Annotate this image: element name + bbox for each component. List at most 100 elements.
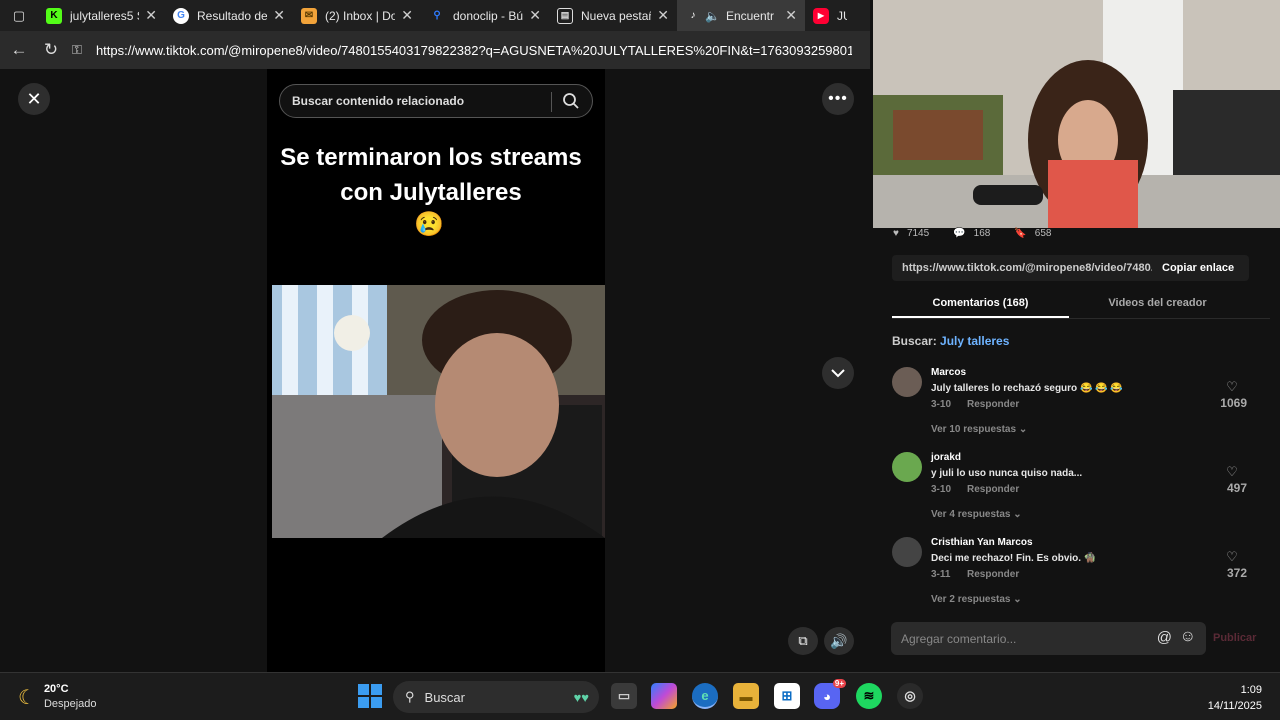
google-icon: G xyxy=(173,7,189,24)
comment-item: Marcos July talleres lo rechazó seguro 😂… xyxy=(892,367,1257,439)
volume-button[interactable]: 🔊 xyxy=(824,627,854,655)
mention-icon[interactable]: @ xyxy=(1157,629,1172,646)
view-replies-button[interactable]: Ver 10 respuestas ⌄ xyxy=(931,424,1027,435)
comment-author[interactable]: Cristhian Yan Marcos xyxy=(931,537,1033,548)
file-explorer-icon[interactable]: ▬ xyxy=(733,683,759,709)
newtab-icon: ▤ xyxy=(557,7,573,24)
next-video-button[interactable] xyxy=(822,357,854,389)
video-stats-row: ♥ 7145 💬 168 🔖 658 xyxy=(893,227,1052,239)
hearts-doodle-icon: ♥♥ xyxy=(573,689,589,705)
edge-icon[interactable]: e xyxy=(692,683,718,709)
store-icon[interactable]: ⊞ xyxy=(774,683,800,709)
view-replies-button[interactable]: Ver 2 respuestas ⌄ xyxy=(931,594,1022,605)
chevron-down-icon: ⌄ xyxy=(1013,509,1022,520)
close-tab-icon[interactable]: ✕ xyxy=(273,7,285,24)
comment-text: July talleres lo rechazó seguro 😂 😂 😂 xyxy=(931,383,1123,394)
start-button[interactable] xyxy=(358,684,382,708)
video-frame-image xyxy=(272,285,605,538)
caption-emoji: 😢 xyxy=(414,211,444,238)
discord-icon[interactable]: ◕ 9+ xyxy=(814,679,846,709)
chevron-down-icon xyxy=(831,369,845,378)
heart-outline-icon[interactable]: ♡ xyxy=(1222,549,1242,565)
pip-icon: ⧉ xyxy=(798,633,808,648)
comment-input[interactable]: Agregar comentario... @ ☺ xyxy=(891,622,1206,655)
comment-likes: 1069 xyxy=(1220,396,1247,410)
comment-item: jorakd y juli lo uso nunca quiso nada...… xyxy=(892,452,1257,524)
comment-search-hint: Buscar: July talleres xyxy=(892,334,1010,348)
moon-icon: ☾ xyxy=(18,686,36,709)
comment-date: 3-10 xyxy=(931,399,952,410)
copilot-icon[interactable] xyxy=(651,683,677,709)
close-tab-icon[interactable]: ✕ xyxy=(401,7,413,24)
comment-likes: 497 xyxy=(1226,481,1247,495)
comment-icon[interactable]: 💬 xyxy=(953,228,965,239)
tab-donoclip-search[interactable]: ⚲ donoclip - Bús ✕ xyxy=(421,0,549,31)
more-dots-icon: ••• xyxy=(828,90,848,107)
tab-youtube[interactable]: ▶ JULY xyxy=(805,0,855,31)
view-replies-button[interactable]: Ver 4 respuestas ⌄ xyxy=(931,509,1022,520)
heart-outline-icon[interactable]: ♡ xyxy=(1222,379,1242,395)
tab-tiktok-active[interactable]: ♪ 🔈 Encuentr ✕ xyxy=(677,0,805,31)
search-term-link[interactable]: July talleres xyxy=(940,334,1009,348)
comment-text: y juli lo uso nunca quiso nada... xyxy=(931,468,1083,479)
close-tab-icon[interactable]: ✕ xyxy=(785,7,797,24)
windows-logo-icon xyxy=(371,684,382,695)
close-tab-icon[interactable]: ✕ xyxy=(657,7,669,24)
tab-julytalleres[interactable]: K julytalleres5 St ✕ xyxy=(38,0,165,31)
related-search-input[interactable]: Buscar contenido relacionado xyxy=(279,84,593,118)
reply-button[interactable]: Responder xyxy=(967,399,1019,410)
kick-icon: K xyxy=(46,7,62,24)
comment-author[interactable]: jorakd xyxy=(931,452,961,463)
weather-widget[interactable]: ☾ 20°C Despejado xyxy=(18,682,97,712)
close-tab-icon[interactable]: ✕ xyxy=(145,7,157,24)
close-tab-icon[interactable]: ✕ xyxy=(529,7,541,24)
divider xyxy=(551,92,552,112)
spotify-icon[interactable]: ≋ xyxy=(856,683,882,709)
reply-button[interactable]: Responder xyxy=(967,569,1019,580)
chevron-down-icon: ⌄ xyxy=(1018,424,1028,435)
comment-author[interactable]: Marcos xyxy=(931,367,966,378)
bookmark-icon[interactable]: 🔖 xyxy=(1014,228,1026,239)
avatar[interactable] xyxy=(892,537,922,567)
tab-creator-videos[interactable]: Videos del creador xyxy=(1069,291,1246,318)
tab-new-tab[interactable]: ▤ Nueva pestaña ✕ xyxy=(549,0,677,31)
site-info-icon[interactable]: ⚿ xyxy=(72,42,88,58)
video-caption: Se terminaron los streams con Julytaller… xyxy=(280,144,582,206)
reply-button[interactable]: Responder xyxy=(967,484,1019,495)
mail-icon: ✉ xyxy=(301,7,317,24)
windows-logo-icon xyxy=(358,697,369,708)
taskbar-search[interactable]: ⚲ Buscar ♥♥ xyxy=(393,681,599,713)
tab-google-results[interactable]: G Resultado de i ✕ xyxy=(165,0,293,31)
search-icon[interactable] xyxy=(562,92,580,113)
chevron-down-icon: ⌄ xyxy=(1013,594,1022,605)
copy-link-button[interactable]: Copiar enlace xyxy=(1152,262,1234,274)
windows-logo-icon xyxy=(371,697,382,708)
obs-icon[interactable]: ◎ xyxy=(897,683,923,709)
video-link-text: https://www.tiktok.com/@miropene8/video/… xyxy=(902,262,1152,274)
browser-tab-strip: ▢ K julytalleres5 St ✕ G Resultado de i … xyxy=(0,0,873,31)
refresh-icon[interactable]: ↻ xyxy=(38,37,64,63)
floating-player-button[interactable]: ⧉ xyxy=(788,627,818,655)
publish-button[interactable]: Publicar xyxy=(1213,632,1256,644)
weather-text: 20°C Despejado xyxy=(43,683,97,710)
task-view-icon[interactable]: ▭ xyxy=(611,683,637,709)
avatar[interactable] xyxy=(892,452,922,482)
like-icon[interactable]: ♥ xyxy=(893,228,899,239)
tab-actions-icon[interactable]: ▢ xyxy=(6,3,32,29)
panel-tabs: Comentarios (168) Videos del creador xyxy=(892,291,1270,319)
comment-item: Cristhian Yan Marcos Deci me rechazo! Fi… xyxy=(892,537,1257,609)
back-arrow-icon[interactable]: ← xyxy=(6,37,32,63)
tiktok-icon: ♪ xyxy=(690,10,696,21)
tab-comments[interactable]: Comentarios (168) xyxy=(892,291,1069,318)
url-field[interactable]: ⚿ https://www.tiktok.com/@miropene8/vide… xyxy=(72,36,852,64)
system-clock[interactable]: 1:09 14/11/2025 xyxy=(1198,682,1262,714)
speaker-icon[interactable]: 🔈 xyxy=(705,9,720,23)
avatar[interactable] xyxy=(892,367,922,397)
emoji-icon[interactable]: ☺ xyxy=(1180,628,1196,646)
heart-outline-icon[interactable]: ♡ xyxy=(1222,464,1242,480)
screen: ▢ K julytalleres5 St ✕ G Resultado de i … xyxy=(0,0,1280,720)
tab-inbox[interactable]: ✉ (2) Inbox | Dor ✕ xyxy=(293,0,421,31)
close-video-button[interactable]: ✕ xyxy=(18,83,50,115)
more-options-button[interactable]: ••• xyxy=(822,83,854,115)
youtube-icon: ▶ xyxy=(813,7,829,24)
